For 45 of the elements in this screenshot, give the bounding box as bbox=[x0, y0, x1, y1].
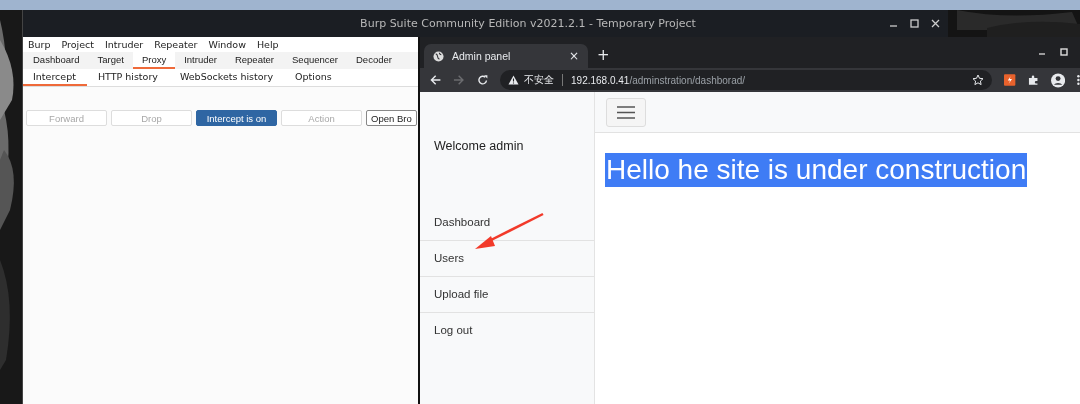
window-title: Burp Suite Community Edition v2021.2.1 - Temporary Project bbox=[360, 17, 696, 30]
tab[interactable]: Target bbox=[88, 52, 133, 69]
menu-item[interactable]: Repeater bbox=[154, 39, 205, 50]
profile-icon[interactable] bbox=[1051, 72, 1066, 88]
browser-tab[interactable]: Admin panel × bbox=[424, 44, 588, 68]
tab[interactable]: Intruder bbox=[175, 52, 226, 69]
menu-item[interactable]: Window bbox=[208, 39, 253, 50]
tab-close-button[interactable]: × bbox=[568, 49, 579, 63]
nav-link[interactable]: Log out bbox=[420, 313, 594, 348]
new-tab-button[interactable]: + bbox=[597, 46, 610, 64]
warning-icon bbox=[508, 75, 520, 85]
tab[interactable]: Sequencer bbox=[283, 52, 347, 69]
tab-title: Admin panel bbox=[452, 50, 512, 62]
tab[interactable]: Repeater bbox=[225, 52, 284, 69]
tab[interactable]: Intercept bbox=[23, 69, 87, 86]
menu-toggle-button[interactable] bbox=[606, 97, 646, 127]
menu-item[interactable]: Project bbox=[61, 39, 101, 50]
star-icon[interactable] bbox=[972, 74, 985, 86]
back-icon[interactable] bbox=[430, 74, 442, 86]
maximize-icon[interactable] bbox=[910, 19, 919, 28]
toolbar-button[interactable]: Open Bro bbox=[366, 110, 417, 126]
address-bar[interactable]: 不安全 192.168.0.41/adminstration/dashborad/ bbox=[500, 70, 993, 90]
tab[interactable]: WebSockets history bbox=[169, 69, 285, 86]
tab[interactable]: Dashboard bbox=[24, 52, 89, 69]
nav-link[interactable]: Upload file bbox=[420, 277, 594, 313]
menu-item[interactable]: Help bbox=[256, 39, 286, 50]
menu-item[interactable]: Burp bbox=[28, 39, 58, 50]
security-label: 不安全 bbox=[524, 73, 555, 87]
page-heading: Hello he site is under construction bbox=[605, 153, 1028, 187]
menu-item[interactable]: Intruder bbox=[105, 39, 151, 50]
welcome-text: Welcome admin bbox=[434, 139, 525, 153]
tab[interactable]: Decoder bbox=[347, 52, 401, 69]
extension-icon[interactable] bbox=[1004, 74, 1016, 86]
puzzle-icon[interactable] bbox=[1027, 74, 1039, 86]
tab[interactable]: Proxy bbox=[132, 52, 176, 69]
maximize-icon[interactable] bbox=[1060, 48, 1068, 56]
menu-icon[interactable] bbox=[1077, 74, 1080, 86]
reload-icon[interactable] bbox=[476, 74, 489, 86]
tab[interactable]: HTTP history bbox=[87, 69, 169, 86]
url-text: 192.168.0.41/adminstration/dashborad/ bbox=[571, 74, 747, 86]
menu-icon bbox=[617, 105, 635, 119]
toolbar-button[interactable]: Intercept is on bbox=[196, 110, 277, 126]
close-icon[interactable] bbox=[931, 19, 940, 28]
tab[interactable]: Options bbox=[285, 69, 343, 86]
globe-icon bbox=[433, 50, 444, 62]
